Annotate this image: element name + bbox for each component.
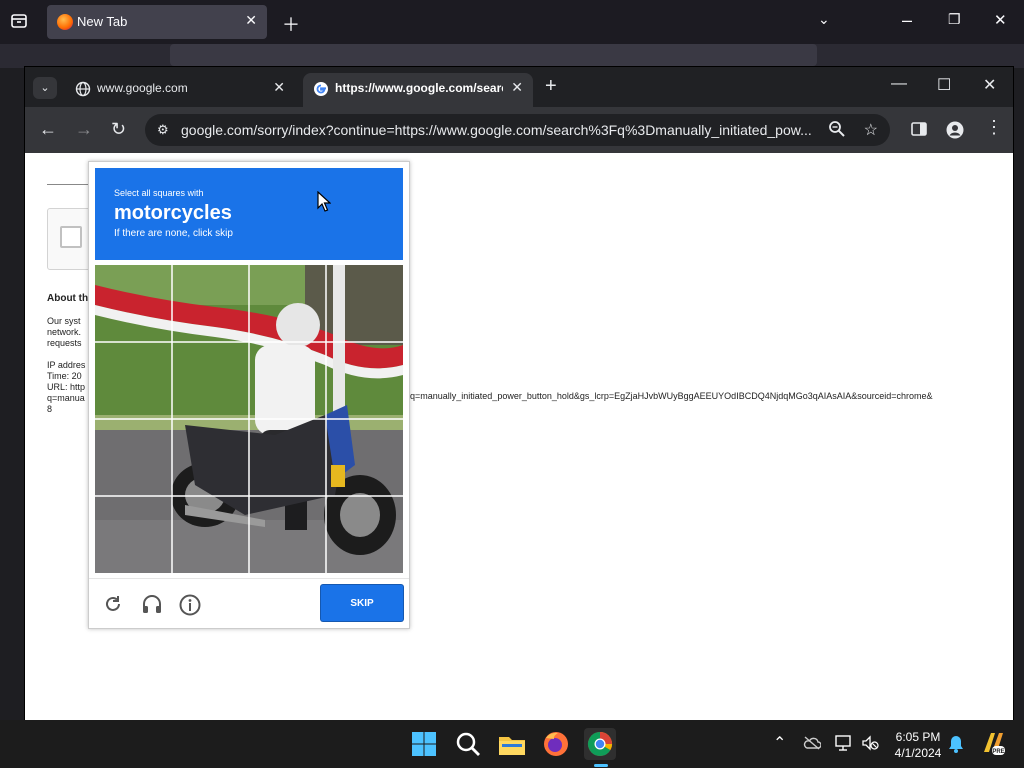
recaptcha-challenge: Select all squares with motorcycles If t…	[88, 161, 410, 629]
chrome-window: ⌄ www.google.com ✕ https://www.google.co…	[25, 67, 1013, 720]
grid-tile[interactable]	[326, 419, 402, 495]
active-app-indicator	[594, 764, 608, 767]
google-icon	[314, 82, 328, 96]
reload-button[interactable]: ↻	[111, 119, 126, 140]
grid-tile[interactable]	[172, 342, 248, 418]
target-object: motorcycles	[114, 202, 232, 224]
grid-tile[interactable]	[172, 265, 248, 341]
copilot-pre-icon[interactable]: PRE	[980, 730, 1006, 756]
menu-kebab-icon[interactable]: ⋮	[985, 117, 1003, 138]
firefox-tab-title: New Tab	[77, 14, 128, 29]
address-bar[interactable]: ⚙ google.com/sorry/index?continue=https:…	[145, 114, 890, 146]
grid-tile[interactable]	[95, 265, 171, 341]
maximize-button[interactable]: ☐	[937, 75, 951, 95]
new-tab-button[interactable]: ＋	[282, 11, 300, 37]
close-tab-icon[interactable]: ✕	[245, 12, 257, 29]
reload-challenge-icon[interactable]	[103, 594, 123, 614]
sorry-page-text: Our syst network. requests IP addres Tim…	[47, 316, 86, 414]
grid-tile[interactable]	[95, 419, 171, 495]
chevron-down-icon[interactable]: ⌄	[818, 11, 830, 28]
bookmark-star-icon[interactable]: ☆	[864, 120, 878, 140]
grid-tile[interactable]	[95, 496, 171, 572]
challenge-footer: SKIP	[89, 578, 409, 629]
minimize-button[interactable]: —	[891, 75, 907, 93]
globe-icon	[75, 81, 91, 97]
instruction-text: Select all squares with	[114, 188, 204, 198]
firefox-urlbar[interactable]	[170, 44, 817, 66]
chrome-toolbar: ← → ↻ ⚙ google.com/sorry/index?continue=…	[25, 107, 1013, 153]
headphones-icon[interactable]	[141, 594, 163, 614]
chrome-icon	[587, 732, 613, 757]
about-heading: About th	[47, 293, 89, 304]
grid-tile[interactable]	[95, 342, 171, 418]
tab-title: www.google.com	[97, 81, 188, 95]
challenge-header: Select all squares with motorcycles If t…	[95, 168, 403, 260]
tab-google-home[interactable]: www.google.com ✕	[65, 73, 295, 107]
instruction-hint: If there are none, click skip	[114, 228, 233, 239]
network-icon[interactable]	[835, 735, 853, 751]
file-explorer-icon[interactable]	[496, 728, 528, 760]
sorry-page-url-text: oq=manually_initiated_power_button_hold&…	[405, 391, 933, 401]
svg-text:PRE: PRE	[992, 749, 1004, 755]
windows-taskbar: ⌃ 6:05 PM 4/1/2024 PRE	[0, 720, 1024, 768]
new-tab-button[interactable]: +	[545, 75, 557, 98]
challenge-image-grid	[95, 265, 403, 573]
close-window-button[interactable]: ✕	[983, 75, 996, 95]
profile-icon[interactable]	[946, 121, 964, 139]
info-icon[interactable]	[179, 594, 201, 616]
firefox-tab-new-tab[interactable]: New Tab ✕	[47, 5, 267, 39]
site-settings-icon[interactable]: ⚙	[157, 122, 169, 138]
system-clock[interactable]: 6:05 PM 4/1/2024	[888, 729, 948, 761]
close-window-button[interactable]: ✕	[994, 11, 1007, 29]
tab-title: https://www.google.com/search?q=manually…	[335, 81, 503, 95]
clock-date: 4/1/2024	[894, 746, 942, 760]
side-panel-icon[interactable]	[911, 121, 927, 137]
zoom-icon[interactable]	[828, 120, 846, 138]
search-icon[interactable]	[452, 728, 484, 760]
tab-list-icon[interactable]	[10, 12, 28, 30]
page-content: About th Our syst network. requests IP a…	[25, 153, 1013, 720]
notification-bell-icon[interactable]	[948, 735, 964, 753]
restore-button[interactable]: ❐	[948, 11, 961, 28]
search-tabs-button[interactable]: ⌄	[33, 77, 57, 99]
back-button[interactable]: ←	[39, 119, 57, 140]
close-tab-icon[interactable]: ✕	[511, 79, 523, 96]
mouse-cursor-icon	[317, 191, 331, 212]
grid-tile[interactable]	[249, 419, 325, 495]
minimize-button[interactable]: –	[902, 10, 912, 31]
forward-button[interactable]: →	[75, 119, 93, 140]
clock-time: 6:05 PM	[895, 730, 941, 744]
grid-tile[interactable]	[249, 265, 325, 341]
grid-tile[interactable]	[326, 496, 402, 572]
firefox-tab-bar: New Tab ✕ ＋ ⌄ – ❐ ✕	[0, 0, 1024, 44]
windows-start-icon[interactable]	[408, 728, 440, 760]
grid-tile[interactable]	[249, 342, 325, 418]
address-url[interactable]: google.com/sorry/index?continue=https://…	[181, 122, 821, 138]
recaptcha-checkbox[interactable]	[60, 226, 82, 248]
grid-tile[interactable]	[172, 496, 248, 572]
grid-tile[interactable]	[326, 342, 402, 418]
grid-tile[interactable]	[249, 496, 325, 572]
firefox-icon	[57, 14, 73, 30]
chevron-up-icon[interactable]: ⌃	[773, 733, 786, 753]
skip-button[interactable]: SKIP	[321, 585, 403, 621]
grid-tile[interactable]	[172, 419, 248, 495]
firefox-toolbar	[0, 44, 1024, 68]
grid-tile[interactable]	[326, 265, 402, 341]
tab-google-search[interactable]: https://www.google.com/search?q=manually…	[303, 73, 533, 107]
chrome-taskbar-button[interactable]	[584, 728, 616, 760]
chrome-tab-strip: ⌄ www.google.com ✕ https://www.google.co…	[25, 67, 1013, 107]
firefox-icon[interactable]	[540, 728, 572, 760]
close-tab-icon[interactable]: ✕	[273, 79, 285, 96]
volume-muted-icon[interactable]	[861, 735, 879, 751]
onedrive-icon[interactable]	[803, 736, 821, 750]
